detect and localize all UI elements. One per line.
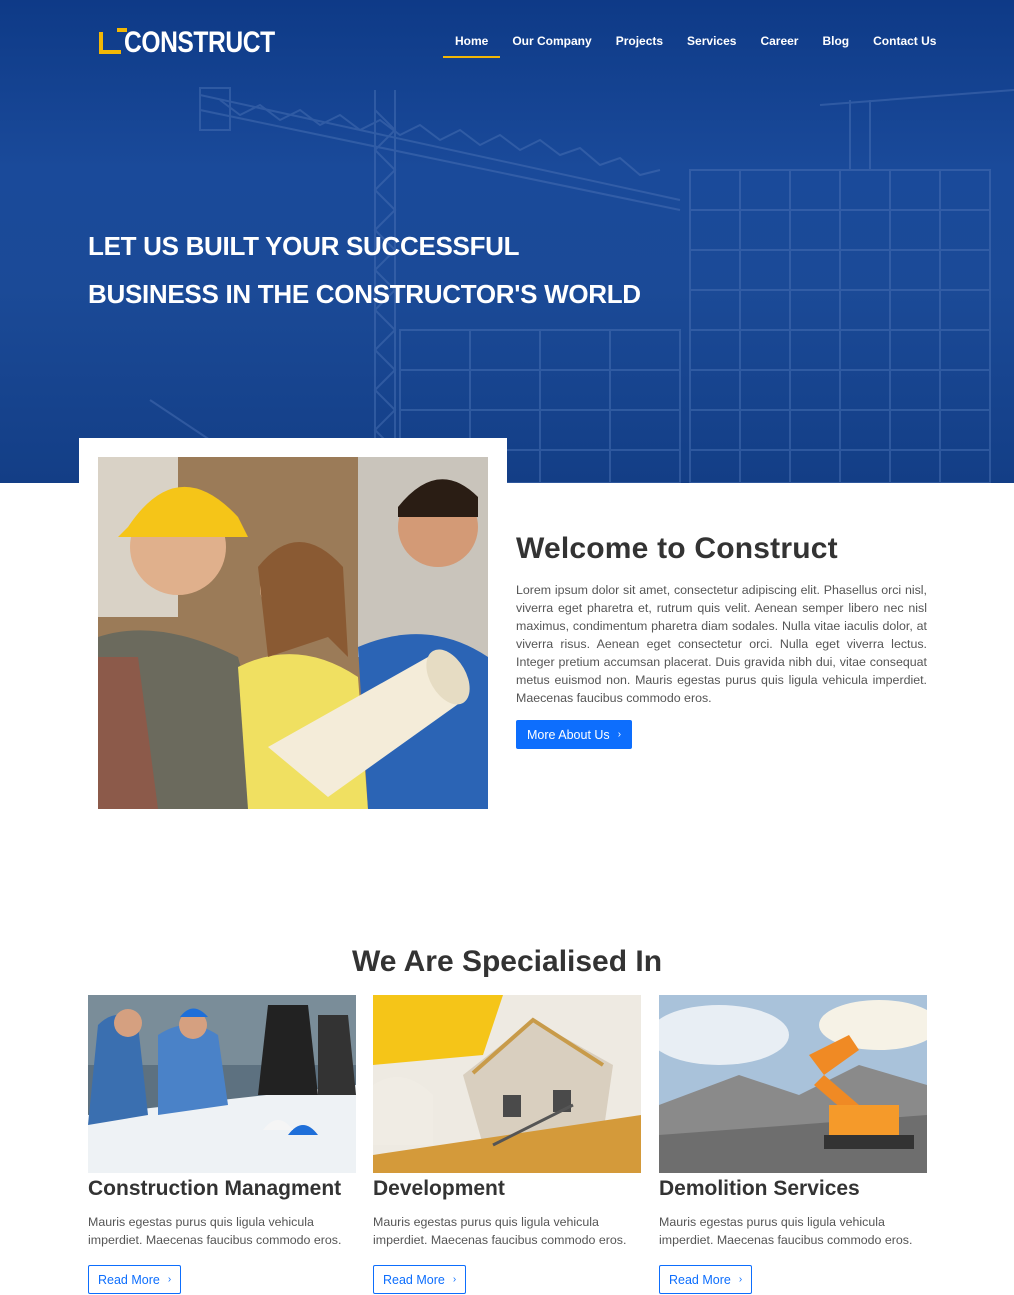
demolition-image [659, 995, 927, 1173]
hero-banner: CONSTRUCT Home Our Company Projects Serv… [0, 0, 1014, 483]
hero-headline: LET US BUILT YOUR SUCCESSFUL BUSINESS IN… [88, 222, 641, 318]
read-more-button[interactable]: Read More › [659, 1265, 753, 1294]
chevron-right-icon: › [738, 1274, 743, 1285]
construction-management-image [88, 995, 356, 1173]
read-more-button[interactable]: Read More › [88, 1265, 182, 1294]
workers-reviewing-plans-image [98, 457, 488, 809]
brand-logo[interactable]: CONSTRUCT [99, 26, 308, 60]
more-about-us-label: More About Us [527, 727, 610, 742]
card-title: Development [373, 1177, 505, 1200]
service-card-construction-management: Construction Managment Mauris egestas pu… [88, 995, 356, 1294]
read-more-button[interactable]: Read More › [373, 1265, 467, 1294]
logo-mark-icon [99, 28, 127, 54]
development-image [373, 995, 641, 1173]
hero-headline-line-1: LET US BUILT YOUR SUCCESSFUL [88, 231, 520, 261]
brand-name: CONSTRUCT [124, 26, 275, 59]
card-title: Demolition Services [659, 1177, 860, 1200]
read-more-label: Read More [669, 1272, 731, 1287]
nav-services[interactable]: Services [675, 34, 748, 58]
chevron-right-icon: › [617, 729, 622, 740]
service-card-demolition: Demolition Services Mauris egestas purus… [659, 995, 927, 1294]
nav-home[interactable]: Home [443, 34, 501, 58]
chevron-right-icon: › [452, 1274, 457, 1285]
hero-headline-line-2: BUSINESS IN THE CONSTRUCTOR'S WORLD [88, 279, 641, 309]
more-about-us-button[interactable]: More About Us › [516, 720, 633, 749]
read-more-label: Read More [383, 1272, 445, 1287]
nav-projects[interactable]: Projects [604, 34, 675, 58]
card-description: Mauris egestas purus quis ligula vehicul… [88, 1215, 342, 1247]
nav-our-company[interactable]: Our Company [500, 34, 603, 58]
nav-blog[interactable]: Blog [810, 34, 861, 58]
card-description: Mauris egestas purus quis ligula vehicul… [373, 1215, 627, 1247]
read-more-label: Read More [98, 1272, 160, 1287]
card-title: Construction Managment [88, 1177, 342, 1200]
specialised-section-title: We Are Specialised In [351, 945, 663, 978]
service-card-development: Development Mauris egestas purus quis li… [373, 995, 641, 1294]
about-title: Welcome to Construct [516, 532, 838, 565]
nav-contact-us[interactable]: Contact Us [861, 34, 948, 58]
card-description: Mauris egestas purus quis ligula vehicul… [659, 1215, 913, 1247]
about-description: Lorem ipsum dolor sit amet, consectetur … [516, 583, 927, 705]
chevron-right-icon: › [167, 1274, 172, 1285]
main-nav: Home Our Company Projects Services Caree… [443, 34, 948, 58]
nav-career[interactable]: Career [748, 34, 810, 58]
